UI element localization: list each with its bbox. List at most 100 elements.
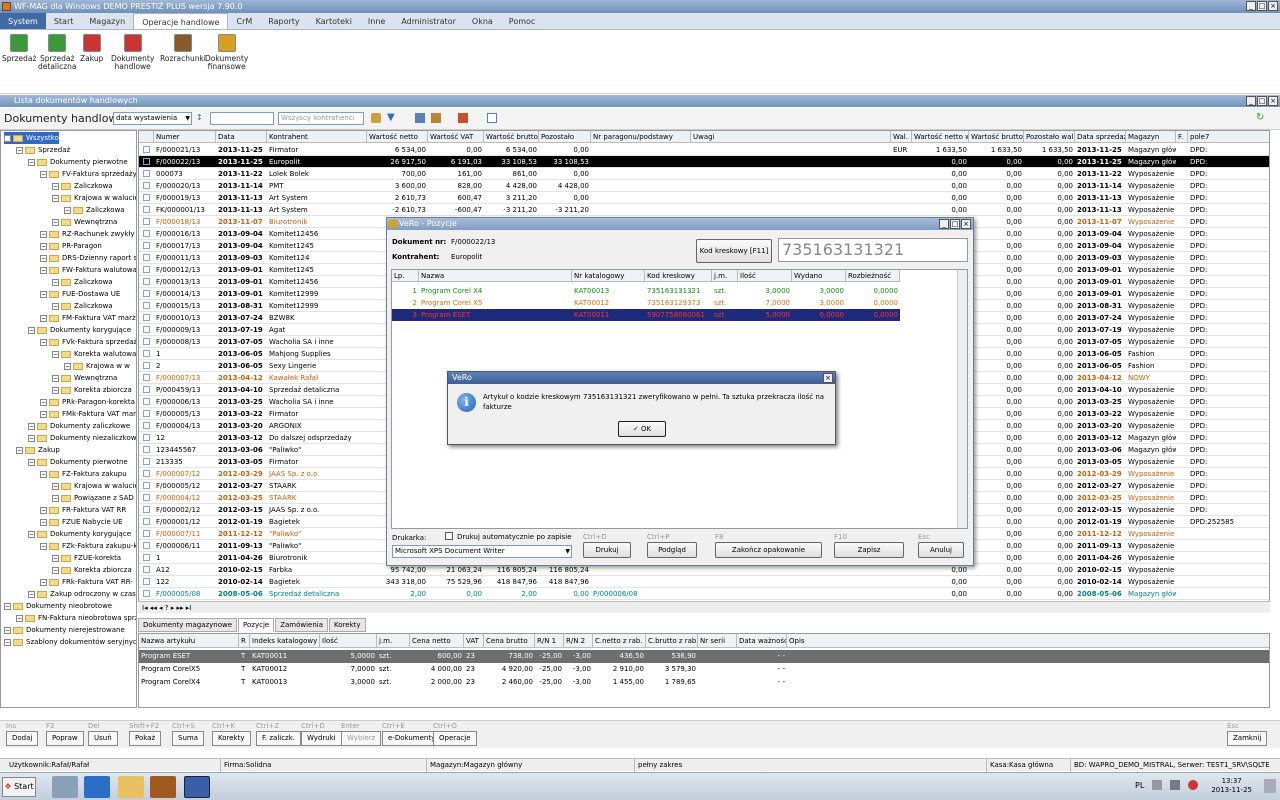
menu-3[interactable]: Operacje handlowe	[133, 13, 229, 29]
row-checkbox[interactable]	[143, 362, 150, 369]
detail-header-r2[interactable]: R/N 2	[564, 634, 593, 648]
grid-header-k[interactable]: Kontrahent	[267, 131, 367, 143]
tree-node[interactable]: − FMk-Faktura VAT mar	[40, 408, 136, 420]
sort-icon[interactable]: ↕	[196, 113, 206, 123]
grid-header-poz[interactable]: Pozostało	[539, 131, 591, 143]
grid-header-uw[interactable]: Uwagi	[691, 131, 891, 143]
tree-node[interactable]: − FZUE Nabycie UE	[40, 516, 123, 528]
expand-icon[interactable]: −	[28, 458, 35, 466]
contractor-pick-icon[interactable]	[371, 113, 381, 123]
expand-icon[interactable]: −	[52, 374, 59, 382]
expand-icon[interactable]: −	[52, 386, 59, 394]
row-checkbox[interactable]	[143, 470, 150, 477]
folder-icon[interactable]	[118, 776, 144, 798]
expand-icon[interactable]: −	[28, 590, 35, 598]
detail-header-dw[interactable]: Data ważności	[737, 634, 787, 648]
pos-header-wy[interactable]: Wydano	[792, 270, 846, 282]
close-icon[interactable]: ×	[961, 219, 971, 229]
expand-icon[interactable]: −	[4, 626, 11, 634]
row-checkbox[interactable]	[143, 254, 150, 261]
fbutton-suma[interactable]: Suma	[172, 731, 204, 746]
tree-node[interactable]: − PR-Paragon	[40, 240, 102, 252]
expand-icon[interactable]: −	[52, 182, 59, 190]
tree-node[interactable]: − RZ-Rachunek zwykły	[40, 228, 135, 240]
table-row[interactable]: F/000020/13 2013-11-14 PMT 3 600,00 828,00 4 …	[139, 180, 1269, 192]
barcode-button[interactable]: Kod kreskowy [F11]	[696, 239, 772, 263]
grid-header-par[interactable]: Nr paragonu/podstawy	[591, 131, 691, 143]
row-checkbox[interactable]	[143, 266, 150, 273]
tree-node[interactable]: − Dokumenty korygujące	[28, 324, 131, 336]
expand-icon[interactable]: −	[28, 530, 35, 538]
date-input[interactable]	[210, 112, 274, 125]
expand-icon[interactable]: −	[52, 554, 59, 562]
grid-header-br[interactable]: Wartość brutto	[484, 131, 539, 143]
expand-icon[interactable]: −	[52, 494, 59, 502]
grid-header-vat[interactable]: Wartość VAT	[428, 131, 484, 143]
expand-icon[interactable]: −	[4, 602, 11, 610]
dialog-button-zakończ-opakowanie[interactable]: Zakończ opakowanie	[715, 542, 822, 558]
grid-header-f[interactable]: F.	[1176, 131, 1188, 143]
pos-header-lp[interactable]: Lp.	[392, 270, 419, 282]
detail-header-i[interactable]: Indeks katalogowy	[250, 634, 320, 648]
close-icon[interactable]: ×	[1268, 96, 1278, 106]
expand-icon[interactable]: −	[64, 362, 71, 370]
scrollbar[interactable]	[957, 270, 967, 528]
fbutton-dodaj[interactable]: Dodaj	[6, 731, 39, 746]
expand-icon[interactable]: −	[52, 278, 59, 286]
row-checkbox[interactable]	[143, 230, 150, 237]
menu-10[interactable]: Pomoc	[501, 13, 544, 29]
row-checkbox[interactable]	[143, 458, 150, 465]
expand-icon[interactable]: −	[4, 134, 11, 142]
row-checkbox[interactable]	[143, 302, 150, 309]
filter-icon[interactable]: ▼	[387, 113, 397, 123]
date-type-select[interactable]: data wystawienia ▼	[113, 112, 192, 125]
expand-icon[interactable]: −	[40, 506, 47, 514]
tree-node[interactable]: − Zaliczkowa	[52, 276, 113, 288]
row-checkbox[interactable]	[143, 218, 150, 225]
row-checkbox[interactable]	[143, 242, 150, 249]
detail-header-jm[interactable]: j.m.	[377, 634, 410, 648]
pos-header-n[interactable]: Nazwa	[419, 270, 572, 282]
ribbon-button-1[interactable]: Sprzedaż detaliczna	[38, 34, 77, 71]
auto-print-checkbox[interactable]	[445, 532, 453, 540]
fbutton-wydruki[interactable]: Wydruki	[301, 731, 342, 746]
row-checkbox[interactable]	[143, 494, 150, 501]
tree-node[interactable]: − Korekta zbiorcza	[52, 384, 132, 396]
grid-header-mag[interactable]: Magazyn	[1126, 131, 1176, 143]
expand-icon[interactable]: −	[28, 326, 35, 334]
ribbon-button-5[interactable]: Dokumenty finansowe	[205, 34, 248, 71]
row-checkbox[interactable]	[143, 578, 150, 585]
detail-header-cbr[interactable]: C.brutto z rab.	[646, 634, 698, 648]
expand-icon[interactable]: −	[28, 158, 35, 166]
row-checkbox[interactable]	[143, 386, 150, 393]
detail-header-r1[interactable]: R/N 1	[535, 634, 564, 648]
checkbox-icon[interactable]	[487, 113, 497, 123]
tree-node[interactable]: − Sprzedaż	[16, 144, 70, 156]
close-icon[interactable]: ×	[1268, 1, 1278, 11]
detail-header-o[interactable]: Opis	[787, 634, 1269, 648]
tree-node[interactable]: − Zaliczkowa	[64, 204, 125, 216]
expand-icon[interactable]: −	[64, 206, 71, 214]
row-checkbox[interactable]	[143, 182, 150, 189]
fbutton-popraw[interactable]: Popraw	[46, 731, 84, 746]
row-checkbox[interactable]	[143, 338, 150, 345]
pos-header-nk[interactable]: Nr katalogowy	[572, 270, 645, 282]
tree-node[interactable]: − Krajowa w w	[64, 360, 130, 372]
clear-filter-icon[interactable]	[458, 113, 468, 123]
row-checkbox[interactable]	[143, 518, 150, 525]
grid-header-wal[interactable]: Wal.	[891, 131, 912, 143]
row-checkbox[interactable]	[143, 434, 150, 441]
row-checkbox[interactable]	[143, 398, 150, 405]
row-checkbox[interactable]	[143, 146, 150, 153]
fbutton-wybierz[interactable]: Wybierz	[341, 731, 382, 746]
show-desktop-icon[interactable]	[1264, 779, 1276, 793]
tree-node[interactable]: − Dokumenty zaliczkowe	[28, 420, 130, 432]
table-row[interactable]: F/000021/13 2013-11-25 Firmator 6 534,00 0,0…	[139, 144, 1269, 156]
tree-node[interactable]: − Korekta walutowa	[52, 348, 136, 360]
tree-node[interactable]: − FVk-Faktura sprzedaży	[40, 336, 136, 348]
tree-node[interactable]: − Zakup odroczony w czasie	[28, 588, 136, 600]
expand-icon[interactable]: −	[40, 230, 47, 238]
grid-header-d[interactable]: Data	[216, 131, 267, 143]
columns-icon[interactable]	[415, 113, 425, 123]
table-row[interactable]: F/000019/13 2013-11-13 Art System 2 610,73 6…	[139, 192, 1269, 204]
